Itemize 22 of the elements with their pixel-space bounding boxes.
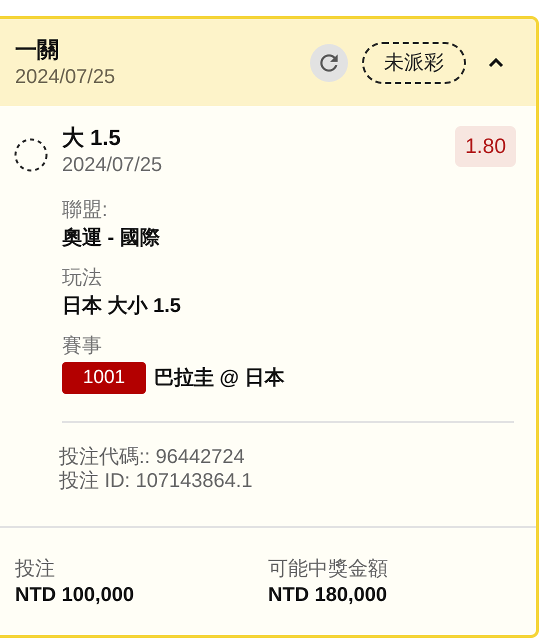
field-value: 日本 大小 1.5 xyxy=(62,294,182,319)
bet-code: 投注代碼:: 96442724 xyxy=(59,445,246,469)
bet-type-title: 一關 xyxy=(15,36,60,64)
dashed-circle-icon xyxy=(14,138,48,172)
stake-label: 投注 xyxy=(15,557,56,582)
refresh-button[interactable] xyxy=(310,44,348,82)
field-value: 奧運 - 國際 xyxy=(62,226,161,251)
selection-name: 大 1.5 xyxy=(62,124,122,152)
event-name: 巴拉圭 @ 日本 xyxy=(154,366,285,391)
bet-date: 2024/07/25 xyxy=(15,64,116,90)
selection-date: 2024/07/25 xyxy=(62,153,164,178)
stake-amount: NTD 100,000 xyxy=(15,583,135,608)
field-label: 聯盟: xyxy=(62,198,109,223)
bet-id: 投注 ID: 107143864.1 xyxy=(59,469,254,493)
chevron-icon xyxy=(488,58,504,68)
event-code-badge: 1001 xyxy=(62,362,146,394)
field-label: 賽事 xyxy=(62,334,103,359)
payout-label: 可能中獎金額 xyxy=(268,557,388,582)
payout-amount: NTD 180,000 xyxy=(268,583,388,608)
status-badge: 未派彩 xyxy=(362,42,466,84)
odds-badge: 1.80 xyxy=(455,126,516,167)
field-label: 玩法 xyxy=(62,266,103,291)
